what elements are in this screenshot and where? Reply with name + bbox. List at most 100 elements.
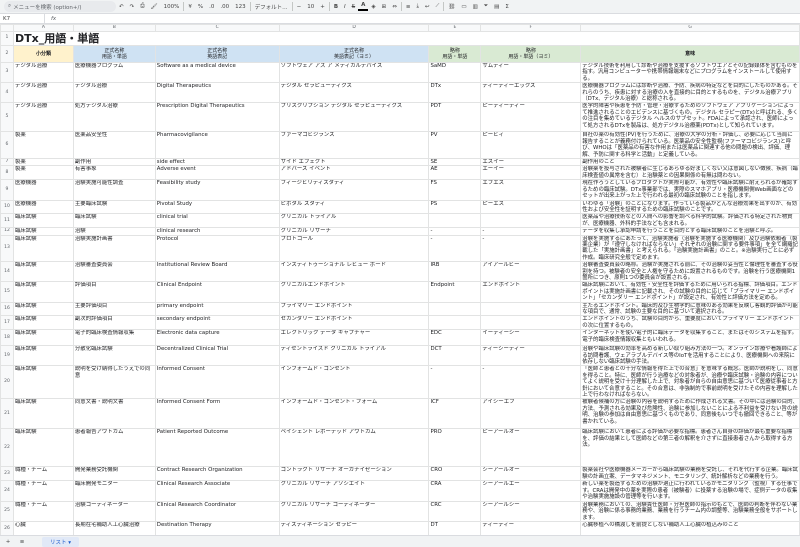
cell-ja-name[interactable]: 治験実施計画書 bbox=[72, 234, 156, 263]
cell-abbr-reading[interactable] bbox=[480, 301, 582, 317]
row-header[interactable]: 11 bbox=[0, 213, 14, 229]
cell-meaning[interactable]: 主たるエンドポイント。臨床的及び生物学的に意味のある効果を反映し客観的評価が可能… bbox=[580, 301, 800, 317]
bold-button[interactable]: B bbox=[331, 4, 341, 10]
cell-meaning[interactable]: 治験審査委員会の略称。治験が実施される前に、その治験の妥当性と倫理性を審査する役… bbox=[580, 261, 800, 283]
cell-small-category[interactable]: 臨床試験 bbox=[12, 227, 74, 236]
cell-abbr[interactable]: PDT bbox=[428, 102, 482, 133]
font-size-increase-button[interactable]: + bbox=[317, 4, 328, 10]
cell-en-name[interactable]: clinical research bbox=[154, 227, 280, 236]
cell-abbr-reading[interactable]: アイシーエフ bbox=[480, 398, 582, 430]
cell-abbr[interactable]: Endpoint bbox=[428, 281, 482, 303]
cell-abbr-reading[interactable]: - bbox=[480, 365, 582, 400]
cell-abbr[interactable]: FS bbox=[428, 179, 482, 201]
cell-small-category[interactable]: デジタル治療 bbox=[12, 61, 74, 84]
row-header[interactable]: 5 bbox=[0, 102, 14, 133]
font-size-input[interactable]: 10 bbox=[304, 4, 317, 10]
cell-abbr[interactable] bbox=[428, 301, 482, 317]
header-abbr-reading[interactable]: 略称 用語・単語（ヨミ） bbox=[480, 45, 582, 63]
row-header[interactable]: 19 bbox=[0, 345, 14, 367]
cell-en-reading[interactable]: クリニカル リサーチ bbox=[278, 227, 430, 236]
row-header[interactable]: 26 bbox=[0, 520, 14, 535]
cell-ja-name[interactable]: 有害事象 bbox=[72, 165, 156, 181]
column-header-d[interactable]: D bbox=[278, 24, 430, 32]
cell-abbr[interactable] bbox=[428, 213, 482, 229]
cell-en-name[interactable]: Adverse event bbox=[154, 165, 280, 181]
column-header-b[interactable]: B bbox=[72, 24, 156, 32]
cell-en-name[interactable]: Patient Reported Outcome bbox=[154, 428, 280, 468]
cell-abbr-reading[interactable]: ディーシーティー bbox=[480, 345, 582, 367]
cell-en-reading[interactable]: インフォームド・コンセント bbox=[278, 365, 430, 400]
cell-en-reading[interactable]: フィージビリティスタディ bbox=[278, 179, 430, 201]
cell-abbr-reading[interactable]: ピーディーティー bbox=[480, 102, 582, 133]
header-en-reading[interactable]: 正式名称 英語表記（ヨミ） bbox=[278, 45, 430, 63]
row-header[interactable]: 1 bbox=[0, 31, 14, 46]
row-header[interactable]: 8 bbox=[0, 165, 14, 181]
cell-small-category[interactable]: 心臓 bbox=[12, 520, 74, 535]
align-left-icon[interactable]: ≡ bbox=[403, 4, 414, 10]
decrease-decimal-button[interactable]: .0 bbox=[206, 4, 217, 10]
number-format-button[interactable]: 123 bbox=[232, 4, 249, 10]
cell-meaning[interactable]: 医療機器プログラムには診断や治療、予防、疾病の特定などを目的にしたものがある。そ… bbox=[580, 82, 800, 104]
cell-abbr-reading[interactable]: ピービィ bbox=[480, 131, 582, 160]
cell-en-name[interactable]: Clinical Endpoint bbox=[154, 281, 280, 303]
cell-abbr-reading[interactable]: シーアールシー bbox=[480, 500, 582, 522]
cell-meaning[interactable]: 治験や臨床試験の効率を高める新しい取り組み方法の一つ。オンライン診療や看護師によ… bbox=[580, 345, 800, 367]
row-header[interactable]: 14 bbox=[0, 261, 14, 283]
cell-meaning[interactable]: 臨床試験において、有効性・安全性を評価するために用いられる指標、評価項目。エンド… bbox=[580, 281, 800, 303]
header-ja-name[interactable]: 正式名称 用語・単語 bbox=[72, 45, 156, 63]
cell-small-category[interactable]: 製薬 bbox=[12, 131, 74, 160]
cell-abbr[interactable]: IRB bbox=[428, 261, 482, 283]
cell-en-reading[interactable]: ピボタル スタディ bbox=[278, 199, 430, 215]
cell-abbr-reading[interactable]: - bbox=[480, 234, 582, 263]
row-header[interactable]: 15 bbox=[0, 281, 14, 303]
cell-meaning[interactable]: 「医師と患者との十分な情報を得た上での合意」を意味する概念。医師が説明をし、同意… bbox=[580, 365, 800, 400]
redo-icon[interactable]: ↷ bbox=[127, 4, 138, 10]
cell-small-category[interactable]: デジタル治療 bbox=[12, 82, 74, 104]
row-header[interactable]: 9 bbox=[0, 179, 14, 201]
cell-en-name[interactable]: Informed Consent bbox=[154, 365, 280, 400]
grid-corner[interactable] bbox=[0, 24, 14, 32]
cell-abbr[interactable]: ICF bbox=[428, 398, 482, 430]
cell-small-category[interactable]: 臨床試験 bbox=[12, 234, 74, 263]
currency-button[interactable]: ¥ bbox=[185, 4, 195, 10]
cell-meaning[interactable]: 治験業務においての、治験責任医師・分担医師の指示のもとで、医師の判断を伴わない業… bbox=[580, 500, 800, 522]
row-header[interactable]: 17 bbox=[0, 315, 14, 331]
cell-abbr[interactable]: - bbox=[428, 234, 482, 263]
cell-small-category[interactable]: 職種・チーム bbox=[12, 480, 74, 502]
cell-en-name[interactable]: Destination Therapy bbox=[154, 520, 280, 535]
cell-en-name[interactable]: Clinical Research Coordinator bbox=[154, 500, 280, 522]
cell-meaning[interactable]: 医学的障害や疾患を予防・管理・治療するためのソフトウェア アプリケーションによっ… bbox=[580, 102, 800, 133]
cell-meaning[interactable]: 自社の薬の有効性(PV)を行うために、治療の大学の分析・評価し、必要に応じて当局… bbox=[580, 131, 800, 160]
cell-small-category[interactable]: 医療機器 bbox=[12, 199, 74, 215]
cell-meaning[interactable]: デジタル技術を利用して診断や治療を支援するソフトウエアとその記録媒体を含むものを… bbox=[580, 61, 800, 84]
row-header[interactable]: 2 bbox=[0, 45, 14, 63]
cell-abbr[interactable]: CRC bbox=[428, 500, 482, 522]
cell-ja-name[interactable]: 主要評価項目 bbox=[72, 301, 156, 317]
increase-decimal-button[interactable]: .00 bbox=[217, 4, 232, 10]
row-header[interactable]: 21 bbox=[0, 398, 14, 430]
cell-abbr-reading[interactable]: エーイー bbox=[480, 165, 582, 181]
column-header-e[interactable]: E bbox=[428, 24, 482, 32]
cell-en-name[interactable]: Decentralized Clinical Trial bbox=[154, 345, 280, 367]
cell-en-reading[interactable]: エレクトリック データ キャプチャー bbox=[278, 329, 430, 347]
cell-small-category[interactable]: 臨床試験 bbox=[12, 428, 74, 468]
header-meaning[interactable]: 意味 bbox=[580, 45, 800, 63]
cell-meaning[interactable]: 治験薬を投与された被験者に生じるあらゆる好ましくない又は意図しない徴候、疾病（臨… bbox=[580, 165, 800, 181]
cell-meaning[interactable]: エンドポイントのうち、試験の目的から、重要度においてプライマリー エンドポイント… bbox=[580, 315, 800, 331]
cell-small-category[interactable]: 臨床試験 bbox=[12, 315, 74, 331]
cell-ja-name[interactable]: 同意文書・説明文書 bbox=[72, 398, 156, 430]
filter-views-icon[interactable]: ▤ bbox=[491, 4, 502, 10]
row-header[interactable]: 10 bbox=[0, 199, 14, 215]
row-header[interactable]: 18 bbox=[0, 329, 14, 347]
all-sheets-button[interactable]: ≡ bbox=[16, 539, 28, 545]
cell-small-category[interactable]: 医療機器 bbox=[12, 179, 74, 201]
cell-abbr[interactable]: DCT bbox=[428, 345, 482, 367]
cell-small-category[interactable]: 職種・チーム bbox=[12, 500, 74, 522]
cell-en-reading[interactable]: クリニカル トライアル bbox=[278, 213, 430, 229]
undo-icon[interactable]: ↶ bbox=[116, 4, 127, 10]
header-small-category[interactable]: 小分類 bbox=[12, 45, 74, 63]
column-header-f[interactable]: F bbox=[480, 24, 582, 32]
cell-en-reading[interactable]: クリニカルエンドポイント bbox=[278, 281, 430, 303]
cell-en-name[interactable]: Electronic data capture bbox=[154, 329, 280, 347]
cell-meaning[interactable]: 医薬品や治療技術などの人間への影響を調べる科学的試験。評価される特定された物質が… bbox=[580, 213, 800, 229]
